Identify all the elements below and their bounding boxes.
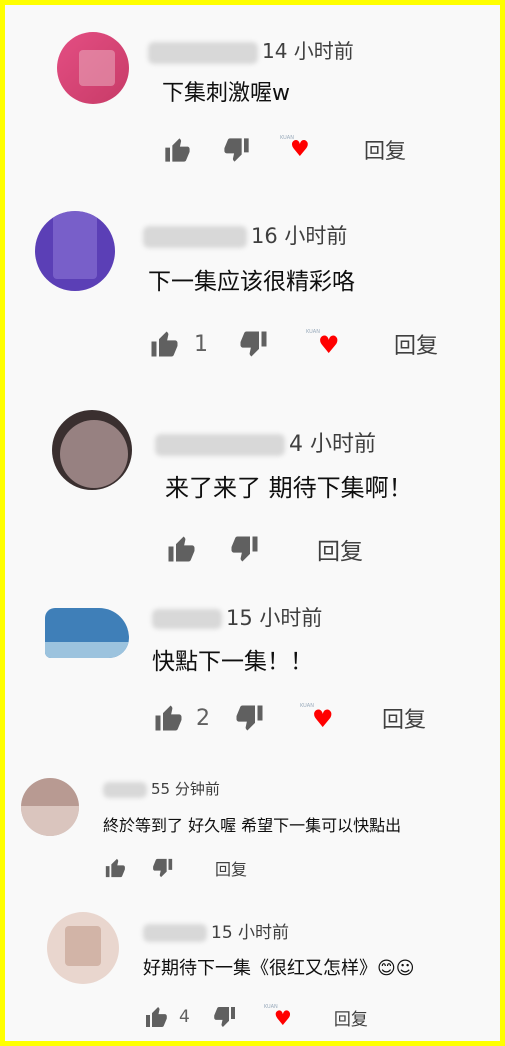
like-count: 2 (196, 705, 210, 731)
comment-time[interactable]: 15 小时前 (226, 606, 322, 630)
comment-time[interactable]: 15 小时前 (211, 923, 289, 943)
creator-heart-icon: KUAN ♥ (280, 135, 310, 162)
creator-heart-icon: KUAN ♥ (263, 1004, 292, 1030)
avatar[interactable] (57, 32, 129, 104)
comment-time[interactable]: 55 分钟前 (151, 780, 220, 798)
thumbs-down-icon[interactable] (222, 136, 252, 164)
thumbs-up-icon[interactable] (143, 1005, 169, 1029)
thumbs-down-icon[interactable] (234, 703, 266, 733)
thumbs-up-icon[interactable] (152, 703, 184, 733)
comment-text: 快點下一集！！ (152, 649, 313, 675)
comment-meta: 15 小时前 (143, 918, 289, 943)
comment-text: 終於等到了 好久喔 希望下一集可以快點出 (103, 816, 402, 835)
thumbs-down-icon[interactable] (212, 1005, 238, 1029)
comment-item: 55 分钟前 終於等到了 好久喔 希望下一集可以快點出 回复 (5, 760, 505, 890)
creator-heart-icon: KUAN ♥ (306, 329, 340, 359)
comment-item: 15 小时前 好期待下一集《很红又怎样》😊☺ 4 KUAN ♥ 回复 (5, 890, 505, 1046)
thumbs-up-icon[interactable] (165, 534, 197, 564)
comment-time[interactable]: 16 小时前 (251, 224, 347, 248)
reply-button[interactable]: 回复 (394, 328, 438, 360)
like-count: 4 (179, 1007, 190, 1027)
author-name-redacted[interactable] (155, 434, 285, 456)
avatar[interactable] (52, 410, 132, 490)
comment-meta: 16 小时前 (143, 220, 347, 250)
comment-text: 来了来了 期待下集啊！ (165, 474, 413, 502)
avatar[interactable] (47, 912, 119, 984)
creator-heart-icon: KUAN ♥ (300, 703, 334, 733)
comment-time[interactable]: 4 小时前 (289, 432, 376, 457)
comment-meta: 4 小时前 (155, 426, 376, 458)
comment-actions: 2 KUAN ♥ 回复 (152, 702, 426, 734)
comment-actions: KUAN ♥ 回复 (162, 135, 406, 165)
comment-text: 下集刺激喔w (162, 81, 290, 106)
author-name-redacted[interactable] (103, 781, 147, 798)
comments-panel: 14 小时前 下集刺激喔w KUAN ♥ 回复 16 小时前 下一集应该很精彩咯 … (0, 0, 505, 1046)
avatar[interactable] (21, 778, 79, 836)
thumbs-down-icon[interactable] (151, 857, 175, 879)
thumbs-up-icon[interactable] (162, 136, 192, 164)
reply-button[interactable]: 回复 (364, 135, 406, 165)
comment-text: 好期待下一集《很红又怎样》😊☺ (143, 958, 415, 979)
reply-button[interactable]: 回复 (334, 1005, 368, 1030)
thumbs-up-icon[interactable] (148, 329, 180, 359)
comment-item: 4 小时前 来了来了 期待下集啊！ 回复 (5, 390, 505, 590)
avatar[interactable] (35, 211, 115, 291)
comment-item: 16 小时前 下一集应该很精彩咯 1 KUAN ♥ 回复 (5, 190, 505, 390)
comment-actions: 回复 (103, 856, 247, 880)
avatar[interactable] (45, 608, 129, 658)
author-name-redacted[interactable] (152, 609, 222, 629)
thumbs-down-icon[interactable] (238, 329, 270, 359)
comment-meta: 55 分钟前 (103, 778, 220, 799)
comment-time[interactable]: 14 小时前 (262, 39, 354, 63)
author-name-redacted[interactable] (143, 226, 247, 248)
like-count: 1 (194, 331, 208, 357)
comment-text: 下一集应该很精彩咯 (148, 269, 355, 295)
reply-button[interactable]: 回复 (317, 532, 363, 566)
thumbs-up-icon[interactable] (103, 857, 127, 879)
author-name-redacted[interactable] (143, 924, 207, 942)
comment-actions: 4 KUAN ♥ 回复 (143, 1004, 368, 1030)
reply-button[interactable]: 回复 (382, 702, 426, 734)
comment-item: 14 小时前 下集刺激喔w KUAN ♥ 回复 (5, 5, 505, 190)
comment-meta: 15 小时前 (152, 602, 322, 632)
thumbs-down-icon[interactable] (229, 534, 261, 564)
comment-actions: 1 KUAN ♥ 回复 (148, 328, 438, 360)
comment-actions: 回复 (165, 532, 363, 566)
comment-meta: 14 小时前 (148, 35, 354, 64)
reply-button[interactable]: 回复 (215, 856, 247, 880)
comment-item: 15 小时前 快點下一集！！ 2 KUAN ♥ 回复 (5, 590, 505, 760)
author-name-redacted[interactable] (148, 41, 258, 64)
